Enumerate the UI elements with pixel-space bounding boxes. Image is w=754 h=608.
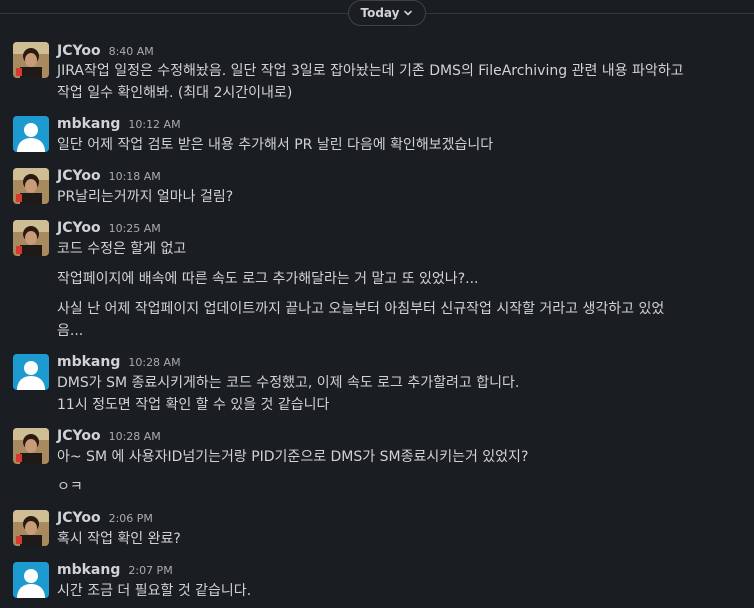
avatar-photo-icon xyxy=(13,168,49,204)
message-line: 일단 어제 작업 검토 받은 내용 추가해서 PR 날린 다음에 확인해보겠습니… xyxy=(57,137,494,153)
message-header: mbkang 10:12 AM xyxy=(57,116,181,134)
message-header: JCYoo 2:06 PM xyxy=(57,510,153,528)
message-line: 아~ SM 에 사용자ID넘기는거랑 PID기준으로 DMS가 SM종료시키는거… xyxy=(57,449,529,465)
message-line: JIRA작업 일정은 수정해놨음. 일단 작업 3일로 잡아놨는데 기존 DMS… xyxy=(57,63,684,79)
timestamp[interactable]: 10:25 AM xyxy=(109,222,161,235)
timestamp[interactable]: 10:28 AM xyxy=(109,430,161,443)
message-line: 혹시 작업 확인 완료? xyxy=(57,531,181,547)
avatar[interactable] xyxy=(13,562,49,598)
chevron-down-icon xyxy=(404,10,413,16)
sender-name[interactable]: mbkang xyxy=(57,354,120,370)
timestamp[interactable]: 10:12 AM xyxy=(128,118,180,131)
day-divider-button[interactable]: Today xyxy=(348,0,426,26)
avatar-photo-icon xyxy=(13,510,49,546)
timestamp[interactable]: 10:18 AM xyxy=(109,170,161,183)
message-header: JCYoo 10:28 AM xyxy=(57,428,161,446)
avatar[interactable] xyxy=(13,428,49,464)
message-line: ㅇㅋ xyxy=(57,479,83,495)
message-line: 작업페이지에 배속에 따른 속도 로그 추가해달라는 거 말고 또 있었나?..… xyxy=(57,271,479,287)
message-header: JCYoo 10:18 AM xyxy=(57,168,161,186)
message-line: 사실 난 어제 작업페이지 업데이트까지 끝나고 오늘부터 아침부터 신규작업 … xyxy=(57,301,665,317)
message-line: 음... xyxy=(57,323,84,339)
message-line: DMS가 SM 종료시키게하는 코드 수정했고, 이제 속도 로그 추가할려고 … xyxy=(57,375,520,391)
message-line: PR날리는거까지 얼마나 걸림? xyxy=(57,189,234,205)
day-divider-label: Today xyxy=(360,6,400,20)
sender-name[interactable]: JCYoo xyxy=(57,220,101,236)
avatar[interactable] xyxy=(13,116,49,152)
sender-name[interactable]: JCYoo xyxy=(57,168,101,184)
sender-name[interactable]: JCYoo xyxy=(57,43,101,59)
message-line: 코드 수정은 할게 없고 xyxy=(57,241,187,257)
sender-name[interactable]: JCYoo xyxy=(57,510,101,526)
sender-name[interactable]: mbkang xyxy=(57,116,120,132)
message-line: 작업 일수 확인해봐. (최대 2시간이내로) xyxy=(57,85,293,101)
message-pane: Today JCYoo 8:40 AM JIRA작업 일정은 수정해놨음. 일단… xyxy=(0,0,754,608)
message-line: 시간 조금 더 필요할 것 같습니다. xyxy=(57,583,252,599)
avatar[interactable] xyxy=(13,510,49,546)
default-user-avatar-icon xyxy=(13,354,49,390)
message-header: mbkang 10:28 AM xyxy=(57,354,181,372)
avatar[interactable] xyxy=(13,220,49,256)
timestamp[interactable]: 8:40 AM xyxy=(109,45,154,58)
avatar-photo-icon xyxy=(13,220,49,256)
avatar[interactable] xyxy=(13,42,49,78)
sender-name[interactable]: mbkang xyxy=(57,562,120,578)
message-header: mbkang 2:07 PM xyxy=(57,562,173,580)
day-divider: Today xyxy=(0,0,754,28)
timestamp[interactable]: 10:28 AM xyxy=(128,356,180,369)
default-user-avatar-icon xyxy=(13,562,49,598)
avatar[interactable] xyxy=(13,168,49,204)
avatar-photo-icon xyxy=(13,42,49,78)
sender-name[interactable]: JCYoo xyxy=(57,428,101,444)
avatar-photo-icon xyxy=(13,428,49,464)
message-header: JCYoo 8:40 AM xyxy=(57,43,154,61)
message-header: JCYoo 10:25 AM xyxy=(57,220,161,238)
message-line: 11시 정도면 작업 확인 할 수 있을 것 같습니다 xyxy=(57,397,330,413)
avatar[interactable] xyxy=(13,354,49,390)
default-user-avatar-icon xyxy=(13,116,49,152)
timestamp[interactable]: 2:06 PM xyxy=(109,512,153,525)
timestamp[interactable]: 2:07 PM xyxy=(128,564,172,577)
